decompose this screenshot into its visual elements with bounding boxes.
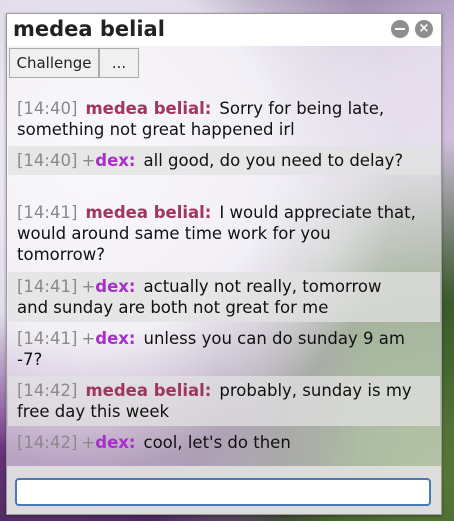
chat-input[interactable] (15, 478, 431, 506)
chat-message: [14:41] +dex: actually not really, tomorro… (8, 272, 440, 322)
user-rank: + (81, 151, 96, 170)
chat-window: medea belial × Challenge ... [14:40] mede… (6, 13, 442, 515)
chat-message: [14:42] +dex: cool, let's do then (8, 428, 440, 457)
message-username[interactable]: medea belial: (85, 203, 211, 222)
message-timestamp: [14:40] (17, 99, 78, 118)
minimize-icon[interactable] (391, 20, 409, 38)
chat-log[interactable]: [14:40] medea belial: Sorry for being late… (8, 88, 440, 460)
message-username[interactable]: medea belial: (85, 381, 211, 400)
message-timestamp: [14:41] (17, 329, 78, 348)
chat-message: [14:41] +dex: unless you can do sunday 9 a… (8, 324, 440, 374)
message-timestamp: [14:42] (17, 381, 78, 400)
user-rank: + (81, 277, 96, 296)
chat-message: [14:42] medea belial: probably, sunday is … (8, 376, 440, 426)
message-text: cool, let's do then (143, 433, 291, 452)
user-rank: + (81, 433, 96, 452)
message-username[interactable]: dex: (95, 433, 135, 452)
user-rank: + (81, 329, 96, 348)
chat-message: [14:41] medea belial: I would appreciate t… (8, 198, 440, 269)
chat-message: [14:40] +dex: all good, do you need to del… (8, 146, 440, 175)
message-timestamp: [14:41] (17, 203, 78, 222)
message-timestamp: [14:40] (17, 151, 78, 170)
challenge-button[interactable]: Challenge (9, 48, 99, 78)
message-username[interactable]: dex: (95, 151, 135, 170)
chat-message: [14:40] medea belial: Sorry for being late… (8, 94, 440, 144)
message-username[interactable]: dex: (95, 329, 135, 348)
composer (7, 466, 441, 514)
message-text: all good, do you need to delay? (143, 151, 404, 170)
more-options-button[interactable]: ... (99, 48, 139, 78)
window-title: medea belial (13, 17, 165, 41)
message-timestamp: [14:42] (17, 433, 78, 452)
close-icon[interactable]: × (415, 20, 433, 38)
toolbar: Challenge ... (7, 48, 441, 78)
message-username[interactable]: dex: (95, 277, 135, 296)
message-timestamp: [14:41] (17, 277, 78, 296)
message-username[interactable]: medea belial: (85, 99, 211, 118)
title-bar: medea belial × (7, 14, 441, 46)
